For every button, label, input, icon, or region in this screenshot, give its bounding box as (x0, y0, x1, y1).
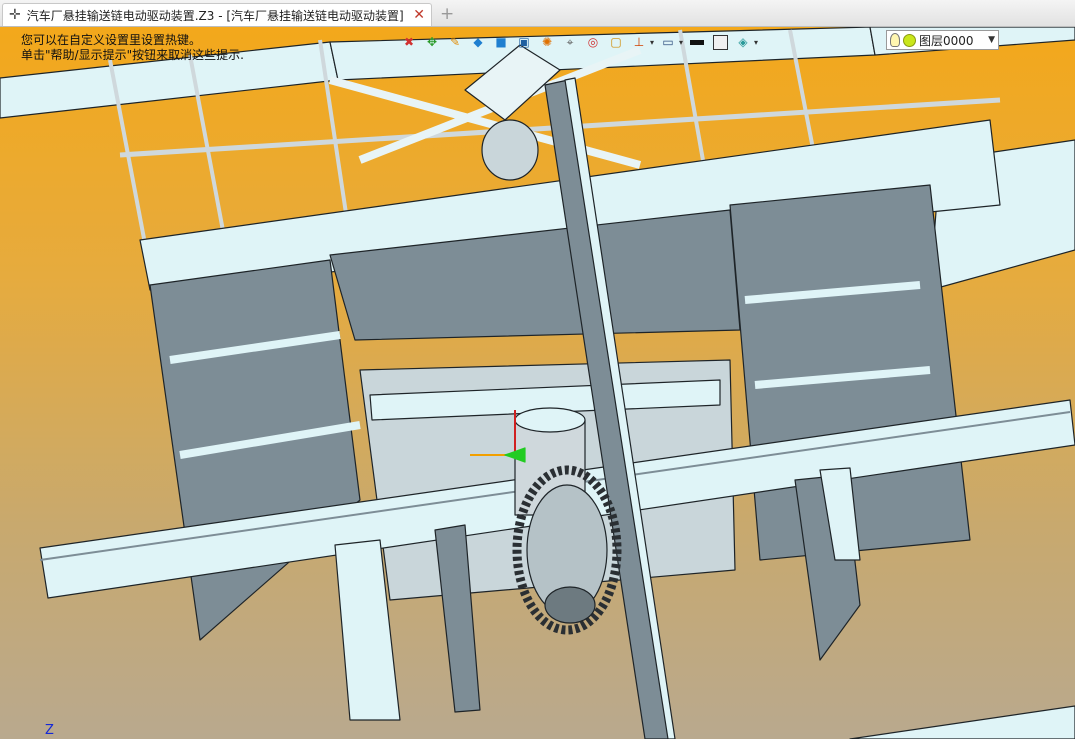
3d-viewport[interactable]: 您可以在自定义设置里设置热键。 单击"帮助/显示提示"按钮来取消这些提示. ✖ … (0, 27, 1075, 739)
tab-bar: ✛ 汽车厂悬挂输送链电动驱动装置.Z3 - [汽车厂悬挂输送链电动驱动装置] ✕… (0, 0, 1075, 27)
pin-icon: ✛ (9, 7, 21, 23)
hint-text: 您可以在自定义设置里设置热键。 单击"帮助/显示提示"按钮来取消这些提示. (21, 33, 244, 63)
snap-icon[interactable]: ▢ (607, 33, 625, 51)
axis-z-label: Z (45, 723, 54, 738)
document-tab[interactable]: ✛ 汽车厂悬挂输送链电动驱动装置.Z3 - [汽车厂悬挂输送链电动驱动装置] ✕ (2, 3, 432, 26)
chevron-down-icon: ▼ (988, 35, 995, 45)
model-render (0, 27, 1075, 739)
chevron-down-icon[interactable]: ▾ (650, 38, 654, 47)
cube-icon[interactable]: ◆ (469, 33, 487, 51)
target-icon[interactable]: ◎ (584, 33, 602, 51)
sketch-icon[interactable]: ✎ (446, 33, 464, 51)
lightbulb-icon (890, 33, 900, 47)
delete-icon[interactable]: ✖ (400, 33, 418, 51)
line-color-icon[interactable] (688, 33, 706, 51)
hint-line-1: 您可以在自定义设置里设置热键。 (21, 33, 202, 47)
chevron-down-icon[interactable]: ▾ (754, 38, 758, 47)
shell-icon[interactable]: ■ (492, 33, 510, 51)
fill-color-icon[interactable] (711, 33, 729, 51)
layer-color-icon (903, 33, 916, 47)
measure-icon[interactable]: ⌖ (561, 33, 579, 51)
layer-dropdown[interactable]: 图层0000 ▼ (886, 30, 999, 50)
document-tab-title: 汽车厂悬挂输送链电动驱动装置.Z3 - [汽车厂悬挂输送链电动驱动装置] (26, 8, 404, 23)
chevron-down-icon[interactable]: ▾ (679, 38, 683, 47)
new-tab-button[interactable]: + (440, 4, 454, 24)
close-tab-button[interactable]: ✕ (413, 7, 425, 23)
layer-label: 图层0000 (919, 33, 974, 48)
floating-toolbar: ✖ ✥ ✎ ◆ ■ ▣ ✺ ⌖ ◎ ▢ ⊥ ▾ ▭ ▾ ◈ ▾ (400, 31, 758, 53)
left-panel (149, 259, 361, 641)
view-icon[interactable]: ▣ (515, 33, 533, 51)
surface-icon[interactable]: ◈ (734, 33, 752, 51)
gear-icon[interactable]: ✺ (538, 33, 556, 51)
monitor-icon[interactable]: ▭ (659, 33, 677, 51)
hint-line-2: 单击"帮助/显示提示"按钮来取消这些提示. (21, 48, 244, 62)
transform-icon[interactable]: ✥ (423, 33, 441, 51)
align-icon[interactable]: ⊥ (630, 33, 648, 51)
